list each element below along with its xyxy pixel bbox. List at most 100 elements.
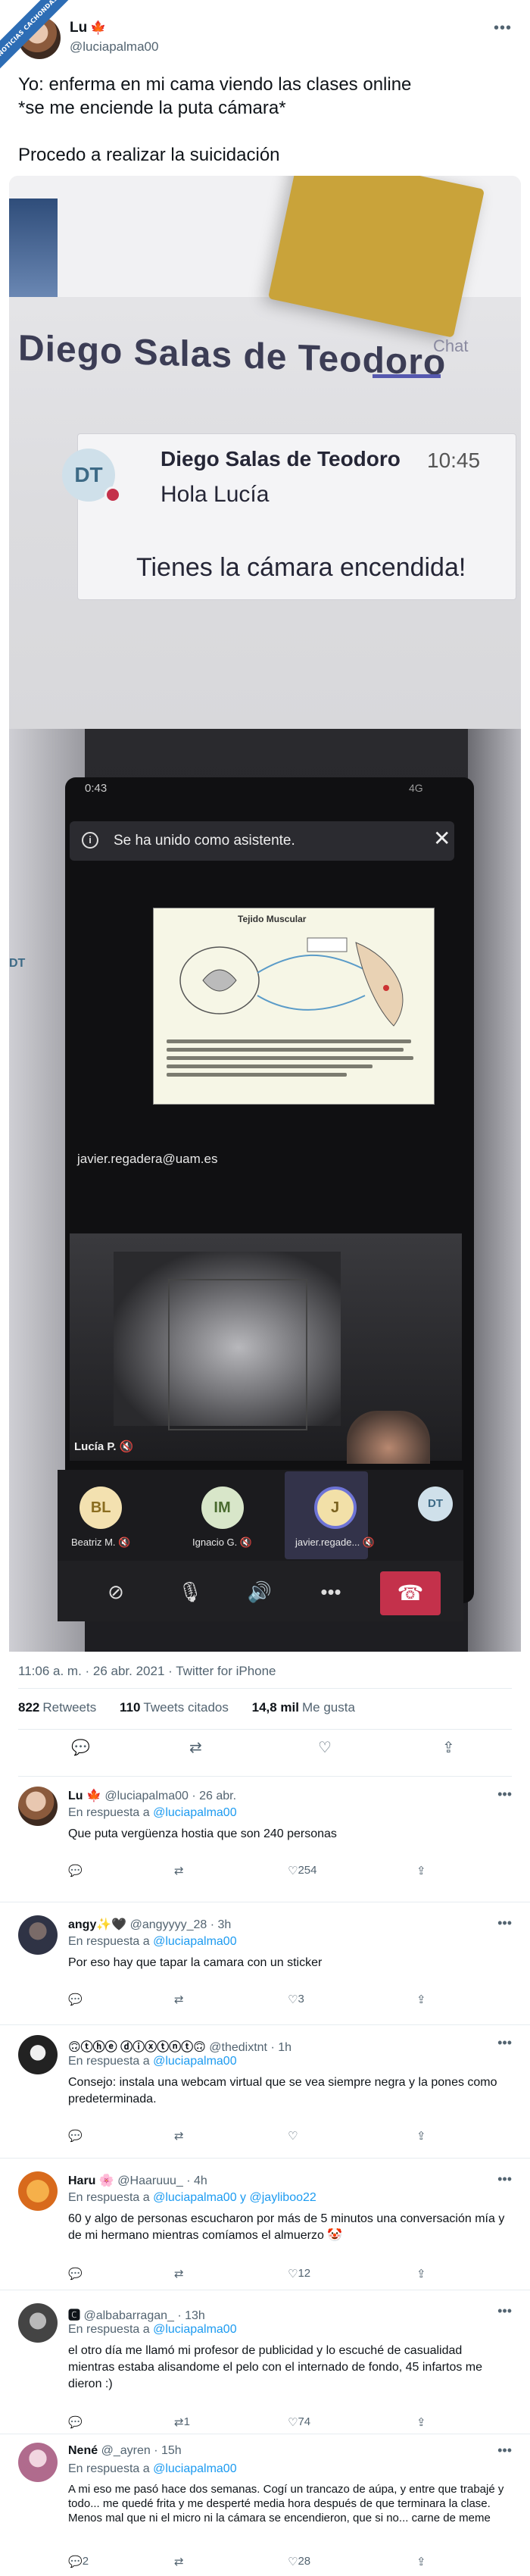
- reply-author[interactable]: 🙃ⓣⓗⓔ ⓓⓘⓧⓣⓝⓣ🙃: [68, 2041, 206, 2054]
- share-icon[interactable]: ⇪: [416, 2415, 426, 2429]
- likes-stat[interactable]: 14,8 mil Me gusta: [252, 1700, 355, 1715]
- reply-text: el otro día me llamó mi profesor de publ…: [68, 2344, 483, 2390]
- reply-tweet[interactable]: Lu 🍁 @luciapalma00 · 26 abr. ••• En resp…: [0, 1787, 530, 1908]
- slide-caption: [167, 1039, 424, 1085]
- reply-to: En respuesta a @luciapalma00: [68, 2323, 237, 2337]
- retweets-stat[interactable]: 822 Retweets: [18, 1700, 96, 1715]
- more-options-icon[interactable]: •••: [497, 1787, 512, 1802]
- reply-to-users[interactable]: @luciapalma00: [153, 2055, 237, 2068]
- author-handle[interactable]: @luciapalma00: [70, 39, 158, 55]
- reply-to: En respuesta a @luciapalma00 y @jayliboo…: [68, 2191, 316, 2205]
- reply-text: 60 y algo de personas escucharon por más…: [68, 2212, 505, 2242]
- reply-icon[interactable]: 💬: [68, 2129, 83, 2143]
- retweets-count: 822: [18, 1700, 40, 1715]
- more-options-icon[interactable]: •••: [497, 2303, 512, 2319]
- participant-avatar: IM: [201, 1487, 244, 1529]
- reply-tweet[interactable]: 🙃ⓣⓗⓔ ⓓⓘⓧⓣⓝⓣ🙃 @thedixtnt · 1h ••• En resp…: [0, 2035, 530, 2171]
- avatar[interactable]: [18, 2443, 58, 2482]
- comment-count: 2: [82, 2555, 89, 2568]
- participant[interactable]: IM Ignacio G. 🔇: [192, 1487, 252, 1549]
- share-icon[interactable]: ⇪: [416, 1864, 426, 1877]
- share-icon[interactable]: ⇪: [416, 2129, 426, 2143]
- share-icon[interactable]: ⇪: [416, 1993, 426, 2006]
- retweet-icon[interactable]: ⇄: [174, 2129, 184, 2143]
- like-icon[interactable]: ♡: [318, 1738, 332, 1757]
- participant[interactable]: BL Beatriz M. 🔇: [71, 1487, 130, 1549]
- share-icon[interactable]: ⇪: [416, 2555, 426, 2568]
- reply-tweet[interactable]: 🅲 @albabarragan_ · 13h ••• En respuesta …: [0, 2303, 530, 2455]
- reply-to: En respuesta a @luciapalma00: [68, 2055, 237, 2068]
- reply-to-users[interactable]: @luciapalma00: [153, 1935, 237, 1948]
- slide-figure: [167, 927, 424, 1033]
- avatar[interactable]: [18, 1915, 58, 1955]
- reply-icon[interactable]: 💬 2: [68, 2555, 89, 2568]
- avatar[interactable]: [18, 2035, 58, 2074]
- reply-author[interactable]: angy✨🖤: [68, 1918, 126, 1931]
- reply-tweet[interactable]: angy✨🖤 @angyyyy_28 · 3h ••• En respuesta…: [0, 1915, 530, 2037]
- tweet-text: Yo: enferma en mi cama viendo las clases…: [18, 73, 510, 167]
- mic-off-icon[interactable]: 🎙: [173, 1574, 207, 1609]
- tweet-line: Yo: enferma en mi cama viendo las clases…: [18, 74, 412, 95]
- reply-text: Que puta vergüenza hostia que son 240 pe…: [68, 1827, 337, 1840]
- reply-icon[interactable]: 💬: [68, 1864, 83, 1877]
- reply-to-users[interactable]: @luciapalma00: [153, 2462, 237, 2475]
- more-options-icon[interactable]: •••: [497, 2035, 512, 2051]
- reply-text: A mi eso me pasó hace dos semanas. Cogí …: [68, 2483, 504, 2524]
- like-icon[interactable]: ♡ 254: [288, 1864, 316, 1877]
- more-icon[interactable]: •••: [313, 1574, 348, 1609]
- sticky-note: [267, 176, 485, 338]
- reply-to-users[interactable]: @luciapalma00: [153, 2323, 237, 2336]
- reply-to-users[interactable]: @luciapalma00 y @jayliboo22: [153, 2191, 316, 2204]
- avatar[interactable]: [18, 2303, 58, 2343]
- author-name[interactable]: Lu 🍁: [70, 20, 106, 36]
- tweet-line: *se me enciende la puta cámara*: [18, 98, 286, 118]
- chat-tab: Chat: [433, 336, 469, 355]
- status-time: 0:43: [85, 782, 108, 795]
- retweet-icon[interactable]: ⇄: [174, 1864, 184, 1877]
- like-icon[interactable]: ♡ 28: [288, 2555, 310, 2568]
- retweet-icon[interactable]: ⇄ 1: [174, 2415, 190, 2429]
- reply-actions: 💬 ⇄ ♡ ⇪: [68, 2129, 492, 2147]
- camera-off-icon[interactable]: ⊘: [98, 1574, 133, 1609]
- reply-header: Haru 🌸 @Haaruuu_ · 4h: [68, 2173, 207, 2188]
- share-icon[interactable]: ⇪: [442, 1738, 455, 1757]
- retweet-icon[interactable]: ⇄: [189, 1738, 202, 1757]
- reply-icon[interactable]: 💬: [68, 2415, 83, 2429]
- reply-author[interactable]: Haru 🌸: [68, 2174, 114, 2187]
- reply-to-users[interactable]: @luciapalma00: [153, 1806, 237, 1819]
- reply-author[interactable]: 🅲: [68, 2309, 80, 2322]
- more-options-icon[interactable]: •••: [497, 2443, 512, 2459]
- reply-actions: 💬 2 ⇄ ♡ 28 ⇪: [68, 2555, 492, 2573]
- presenter-email: javier.regadera@uam.es: [77, 1152, 218, 1166]
- retweet-icon[interactable]: ⇄: [174, 2555, 184, 2568]
- more-options-icon[interactable]: •••: [497, 1915, 512, 1931]
- reply-to: En respuesta a @luciapalma00: [68, 1935, 237, 1949]
- participant[interactable]: DT: [418, 1487, 453, 1521]
- reply-to-label: En respuesta a: [68, 1806, 150, 1819]
- wall-frame: [168, 1279, 307, 1430]
- self-head: [347, 1411, 430, 1464]
- like-icon[interactable]: ♡ 3: [288, 1993, 304, 2006]
- reply-tweet[interactable]: Nené @_ayren · 15h ••• En respuesta a @l…: [0, 2443, 530, 2576]
- avatar[interactable]: [18, 2171, 58, 2211]
- avatar[interactable]: [18, 1787, 58, 1826]
- mic-off-icon: 🔇: [118, 1537, 131, 1548]
- like-icon[interactable]: ♡ 74: [288, 2415, 310, 2429]
- photo-teams-chat[interactable]: Diego Salas de Teodoro Chat DT Diego Sal…: [9, 176, 521, 729]
- reply-icon[interactable]: 💬: [71, 1738, 90, 1757]
- reply-text: Consejo: instala una webcam virtual que …: [68, 2076, 497, 2106]
- participant-active[interactable]: J javier.regade... 🔇: [295, 1487, 375, 1549]
- reply-to-label: En respuesta a: [68, 2462, 150, 2475]
- hang-up-button[interactable]: ☎: [380, 1571, 441, 1615]
- close-icon[interactable]: ✕: [433, 827, 450, 850]
- like-icon[interactable]: ♡: [288, 2129, 298, 2143]
- reply-icon[interactable]: 💬: [68, 1993, 83, 2006]
- retweet-icon[interactable]: ⇄: [174, 1993, 184, 2006]
- more-options-icon[interactable]: •••: [497, 2171, 512, 2187]
- more-options-icon[interactable]: •••: [494, 20, 512, 37]
- mic-off-icon: 🔇: [362, 1537, 376, 1548]
- reply-author[interactable]: Nené: [68, 2444, 98, 2457]
- reply-author[interactable]: Lu 🍁: [68, 1790, 101, 1802]
- speaker-icon[interactable]: 🔊: [242, 1574, 277, 1609]
- quotes-stat[interactable]: 110 Tweets citados: [120, 1700, 229, 1715]
